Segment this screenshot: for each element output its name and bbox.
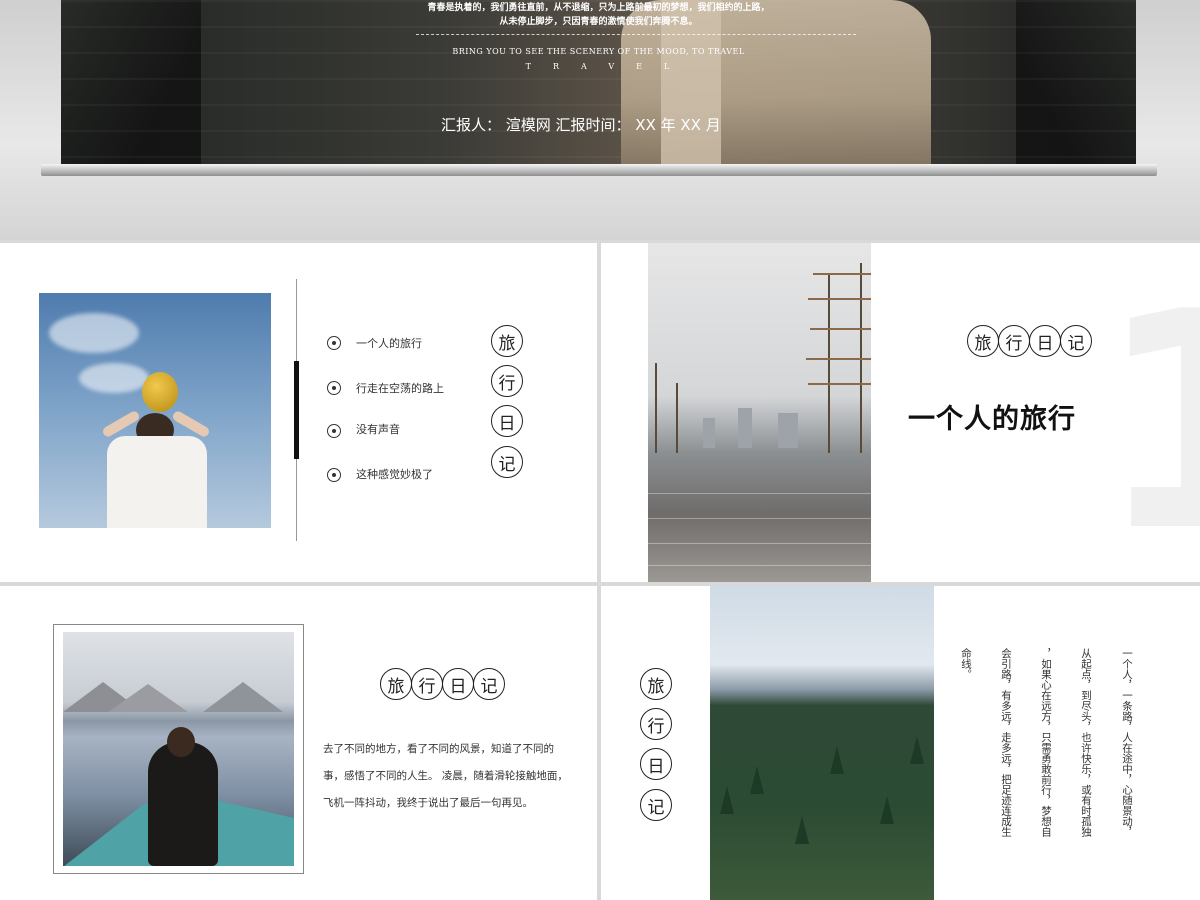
bullet-icon (327, 381, 341, 395)
title-char-circle: 旅 (380, 668, 412, 700)
mountain (108, 684, 188, 712)
vertical-text-column: ，如果心在远方，只需勇敢前行，梦想自 (1040, 648, 1052, 837)
building (703, 418, 715, 448)
ship-yard (813, 273, 871, 275)
ship-yard (808, 298, 871, 300)
ship-yard (806, 358, 871, 360)
deck-plank (648, 543, 871, 544)
girl-arm (101, 409, 141, 439)
ship-mast (655, 363, 657, 453)
slide-thumbnail-4[interactable]: 旅 行 日 记 一个人，一条路，人在途中，心随景动， 从起点，到尽头，也许快乐，… (601, 586, 1200, 900)
tree (830, 746, 844, 774)
title-char-circle: 旅 (967, 325, 999, 357)
cover-dotted-divider (416, 34, 856, 35)
tree (910, 736, 924, 764)
ship-mast (828, 273, 830, 453)
cloud (79, 363, 149, 393)
bullet-text: 行走在空荡的路上 (356, 382, 444, 395)
cover-text-line-1: 青春是执着的，我们勇往直前，从不退缩，只为上路前最初的梦想，我们相约的上路， (427, 3, 770, 13)
building (778, 413, 798, 448)
cover-reporter-info: 汇报人： 渲模网 汇报时间： XX 年 XX 月 (441, 116, 721, 134)
projector-bar (41, 164, 1157, 176)
ship-yard (808, 383, 871, 385)
title-char-circle: 记 (1060, 325, 1092, 357)
tree (720, 786, 734, 814)
deck-plank (648, 518, 871, 519)
title-char-circle: 行 (640, 708, 672, 740)
balloon-girl-photo (39, 293, 271, 528)
tree (880, 796, 894, 824)
tree (795, 816, 809, 844)
cover-travel-spaced: TRAVEL (525, 62, 692, 71)
bullet-icon (327, 468, 341, 482)
girl-shirt (107, 436, 207, 528)
title-char-circle: 日 (1029, 325, 1061, 357)
girl-arm (171, 409, 211, 439)
title-char-circle: 记 (640, 789, 672, 821)
mountain (203, 682, 283, 712)
title-char-circle: 日 (491, 405, 523, 437)
forest-photo (710, 586, 934, 900)
ship-mast (676, 383, 678, 453)
slide-thumbnail-2[interactable]: 1 旅 行 日 记 一个人的旅行 (601, 243, 1200, 582)
title-char-circle: 旅 (640, 668, 672, 700)
vertical-text-column: 命线。 (960, 648, 972, 680)
slide-headline: 一个人的旅行 (908, 404, 1076, 435)
bullet-icon (327, 424, 341, 438)
divider-accent (294, 361, 299, 459)
balloon (142, 372, 178, 412)
title-char-circle: 行 (411, 668, 443, 700)
title-char-circle: 行 (491, 365, 523, 397)
cover-text-line-2: 从未停止脚步，只因青春的激情使我们奔腾不息。 (499, 17, 698, 27)
woman-head (167, 727, 195, 757)
slide-thumbnail-1[interactable]: 一个人的旅行 行走在空荡的路上 没有声音 这种感觉妙极了 旅 行 日 记 (0, 243, 597, 582)
lake-boat-photo (63, 632, 294, 866)
slide-thumbnail-3[interactable]: 旅 行 日 记 去了不同的地方，看了不同的风景，知道了不同的事，感悟了不同的人生… (0, 586, 597, 900)
deck-plank (648, 493, 871, 494)
slide-paragraph: 去了不同的地方，看了不同的风景，知道了不同的事，感悟了不同的人生。 凌晨，随着滑… (323, 743, 568, 809)
title-char-circle: 行 (998, 325, 1030, 357)
vertical-text-column: 从起点，到尽头，也许快乐，或有时孤独 (1080, 648, 1092, 837)
tree (750, 766, 764, 794)
title-char-circle: 记 (491, 446, 523, 478)
vertical-text-column: 会引路，有多远，走多远，把足迹连成生 (1000, 648, 1012, 837)
title-char-circle: 旅 (491, 325, 523, 357)
vertical-text-column: 一个人，一条路，人在途中，心随景动， (1121, 648, 1133, 837)
big-number-watermark: 1 (1096, 273, 1200, 573)
bullet-text: 一个人的旅行 (356, 337, 422, 350)
harbor-photo (648, 243, 871, 582)
building (738, 408, 752, 448)
bullet-text: 没有声音 (356, 423, 400, 436)
cover-english-line: BRING YOU TO SEE THE SCENERY OF THE MOOD… (452, 47, 745, 56)
bullet-icon (327, 336, 341, 350)
ship-yard (810, 328, 871, 330)
cloud (49, 313, 139, 353)
bullet-text: 这种感觉妙极了 (356, 468, 433, 481)
title-char-circle: 日 (442, 668, 474, 700)
cover-slide[interactable]: 青春是执着的，我们勇往直前，从不退缩，只为上路前最初的梦想，我们相约的上路， 从… (61, 0, 1136, 164)
title-char-circle: 记 (473, 668, 505, 700)
deck-plank (648, 565, 871, 566)
title-char-circle: 日 (640, 748, 672, 780)
woman (148, 742, 218, 866)
